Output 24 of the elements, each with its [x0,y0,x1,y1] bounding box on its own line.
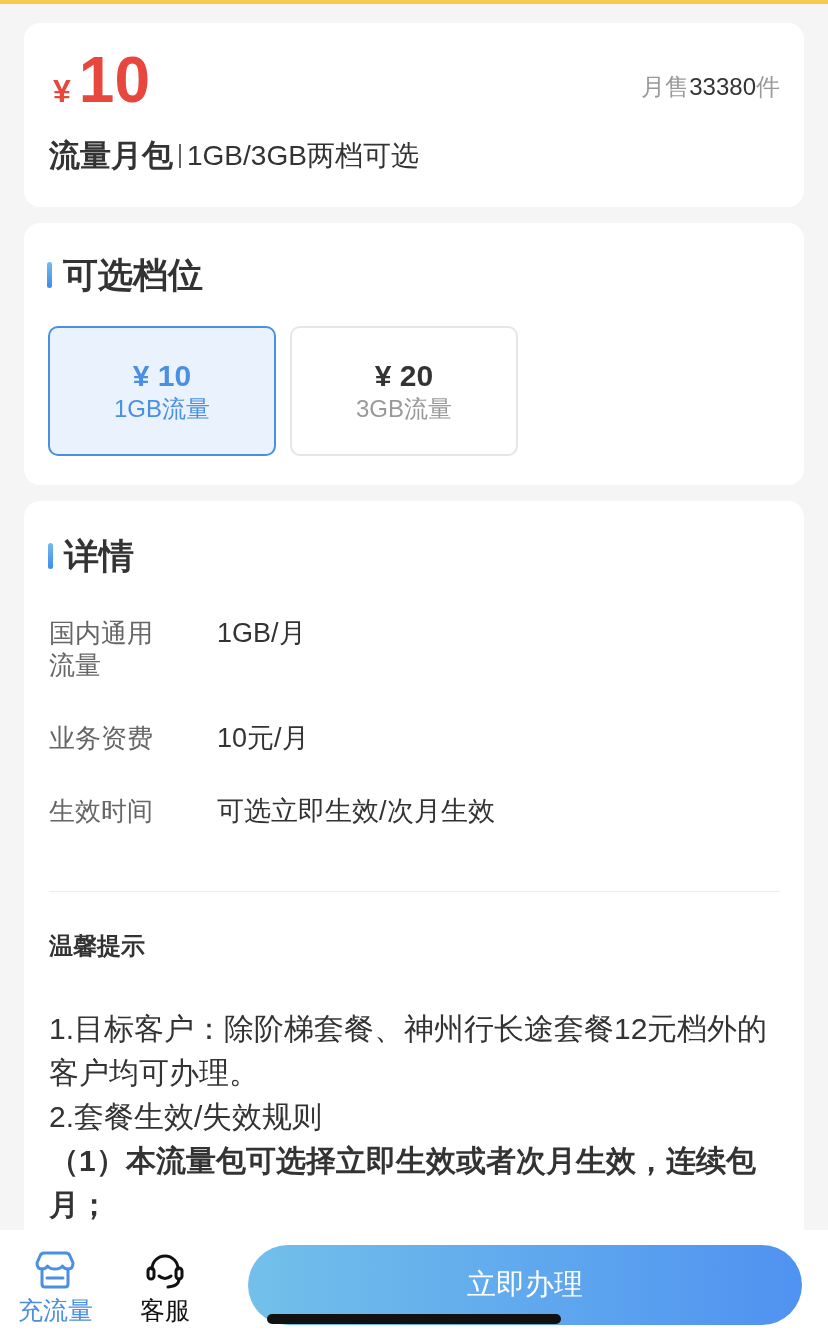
notice-title: 温馨提示 [49,931,145,961]
notice-paragraph: （1）本流量包可选择立即生效或者次月生效，连续包月； [49,1143,757,1223]
detail-value: 10元/月 [217,722,309,754]
tier-option[interactable]: ¥ 20 3GB流量 [290,326,518,456]
product-title: 流量月包 [49,137,173,175]
heading-accent-bar [47,262,52,288]
section-title: 详情 [64,536,134,576]
notice-paragraph: 2.套餐生效/失效规则 [49,1099,324,1135]
detail-label: 业务资费 [49,722,154,754]
detail-label: 生效时间 [49,795,154,827]
detail-value: 1GB/月 [217,617,306,649]
tier-option[interactable]: ¥ 10 1GB流量 [48,326,276,456]
product-subtitle: 1GB/3GB两档可选 [187,139,419,173]
monthly-sales: 月售33380件 [641,72,780,102]
store-icon [35,1250,75,1290]
tab-item[interactable]: 充流量 [0,1250,110,1325]
tab-item[interactable]: 客服 [110,1250,220,1325]
price: ¥10 [53,43,150,118]
detail-value: 可选立即生效/次月生效 [217,795,495,827]
detail-label: 国内通用流量 [49,617,154,681]
heading-accent-bar [48,543,53,569]
apply-button[interactable]: 立即办理 [248,1245,802,1325]
section-title: 可选档位 [63,255,203,295]
notice-paragraph: 1.目标客户：除阶梯套餐、神州行长途套餐12元档外的客户均可办理。 [49,1011,769,1091]
